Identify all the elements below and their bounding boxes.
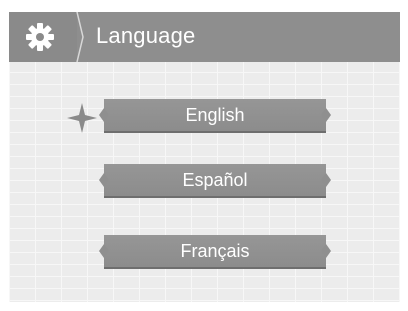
page-title: Language <box>96 23 196 48</box>
gear-icon <box>26 23 54 51</box>
settings-button[interactable] <box>9 12 77 62</box>
language-option-label: Español <box>182 169 248 190</box>
header-bar: Language <box>9 12 400 62</box>
language-option-english[interactable]: English <box>104 99 326 133</box>
selected-star-icon <box>67 103 97 133</box>
language-option-espanol[interactable]: Español <box>104 164 326 198</box>
language-option-label: Français <box>180 240 250 261</box>
language-option-francais[interactable]: Français <box>104 235 326 269</box>
header-divider <box>76 12 84 62</box>
language-screen: Language English Español Français <box>9 12 400 302</box>
language-option-label: English <box>185 104 245 125</box>
